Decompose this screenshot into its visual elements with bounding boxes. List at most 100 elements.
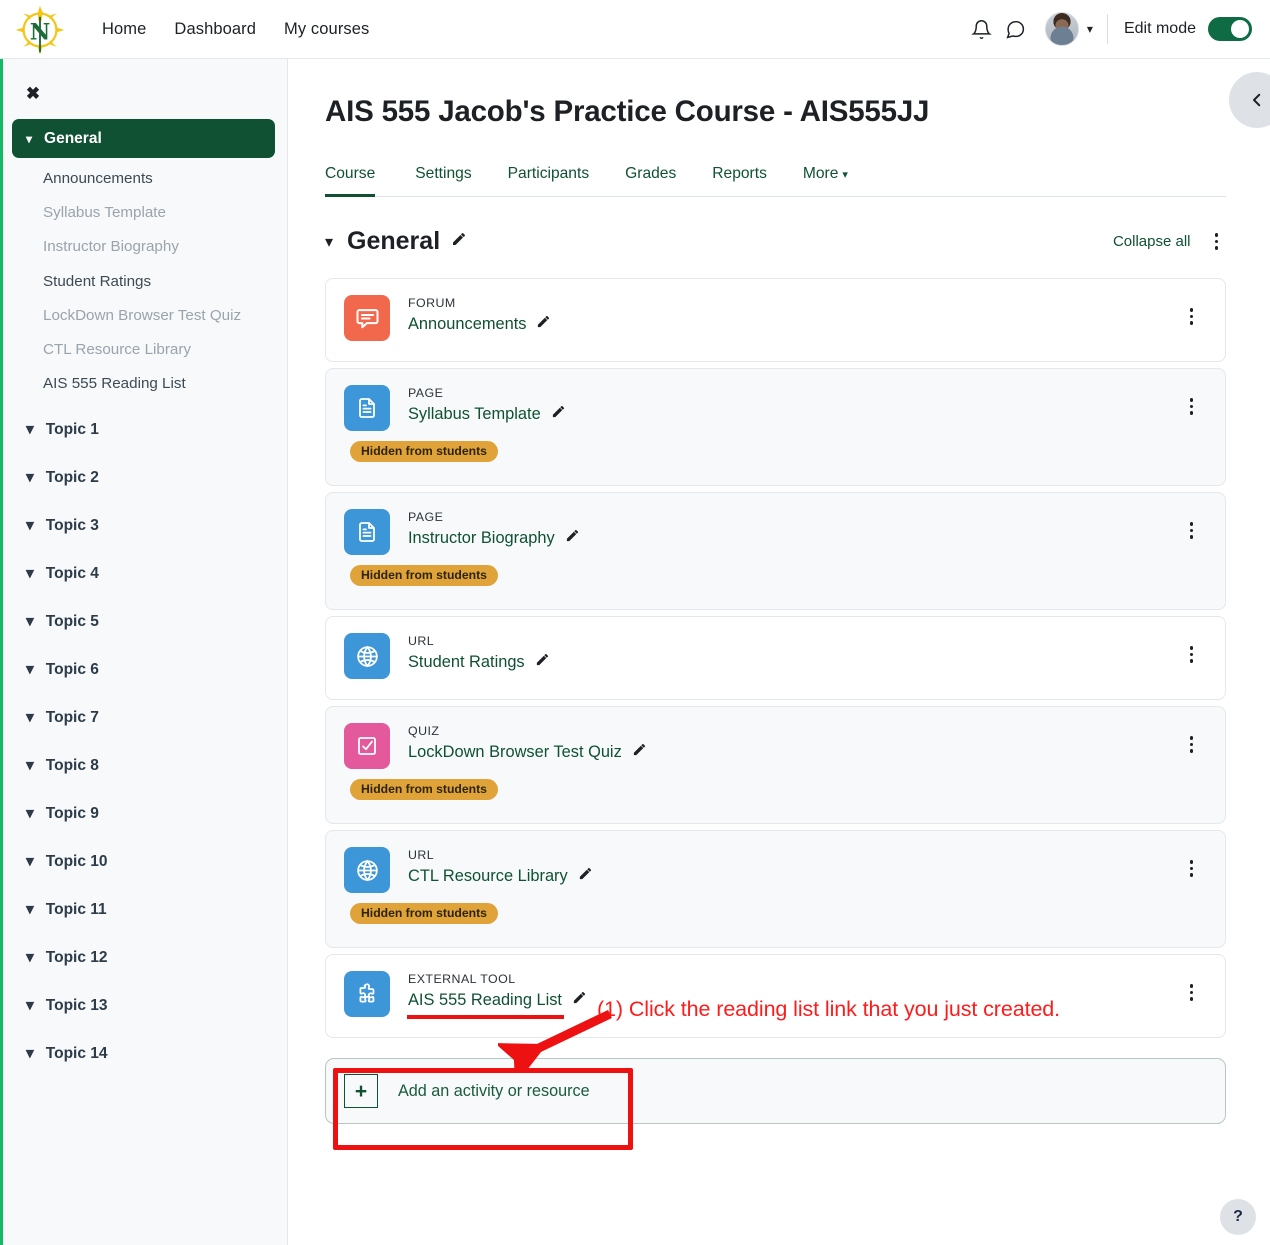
activity-type-label: URL	[408, 634, 435, 648]
chevron-down-icon: ▾	[26, 469, 34, 487]
sidebar-section-label: Topic 9	[45, 804, 99, 822]
course-index-drawer: ✖ ▾ General Announcements Syllabus Templ…	[0, 59, 288, 1245]
activity-actions-menu-icon[interactable]	[1182, 393, 1202, 420]
activity-link-lockdown-browser-test-quiz[interactable]: LockDown Browser Test Quiz	[408, 742, 622, 763]
chevron-down-icon[interactable]: ▾	[325, 232, 333, 252]
sidebar-section-label: Topic 1	[45, 420, 99, 438]
sidebar-section-label: Topic 13	[45, 996, 108, 1014]
section-actions-menu-icon[interactable]	[1207, 228, 1227, 255]
edit-section-name-pencil-icon[interactable]	[451, 231, 467, 252]
sidebar-section-topic-5[interactable]: ▾ Topic 5	[12, 602, 275, 642]
sidebar-section-topic-3[interactable]: ▾ Topic 3	[12, 506, 275, 546]
add-activity-or-resource-button[interactable]: + Add an activity or resource	[325, 1058, 1226, 1124]
sidebar-section-topic-14[interactable]: ▾ Topic 14	[12, 1034, 275, 1074]
sidebar-section-topic-12[interactable]: ▾ Topic 12	[12, 938, 275, 978]
edit-activity-name-pencil-icon[interactable]	[535, 652, 550, 672]
sidebar-section-topic-7[interactable]: ▾ Topic 7	[12, 698, 275, 738]
tab-settings[interactable]: Settings	[397, 159, 489, 196]
sidebar-item-syllabus-template[interactable]: Syllabus Template	[0, 196, 287, 230]
sidebar-item-ctl-resource-library[interactable]: CTL Resource Library	[0, 333, 287, 367]
activity-card-announcements[interactable]: FORUM Announcements	[325, 278, 1226, 362]
message-icon[interactable]	[999, 12, 1033, 46]
tab-course[interactable]: Course	[325, 159, 397, 197]
activity-actions-menu-icon[interactable]	[1182, 641, 1202, 668]
annotation-step-1-text: (1) Click the reading list link that you…	[597, 997, 1061, 1021]
activity-actions-menu-icon[interactable]	[1182, 517, 1202, 544]
sidebar-section-topic-11[interactable]: ▾ Topic 11	[12, 890, 275, 930]
navbar-right-group: ▾ Edit mode	[965, 12, 1270, 46]
sidebar-section-topic-6[interactable]: ▾ Topic 6	[12, 650, 275, 690]
status-badge: Hidden from students	[350, 441, 498, 462]
activity-actions-menu-icon[interactable]	[1182, 303, 1202, 330]
globe-icon	[344, 633, 390, 679]
activity-name-row: Syllabus Template	[408, 404, 566, 425]
sidebar-section-topic-13[interactable]: ▾ Topic 13	[12, 986, 275, 1026]
edit-activity-name-pencil-icon[interactable]	[536, 314, 551, 334]
activity-actions-menu-icon[interactable]	[1182, 731, 1202, 758]
sidebar-item-instructor-biography[interactable]: Instructor Biography	[0, 230, 287, 264]
activity-card-student-ratings[interactable]: URL Student Ratings	[325, 616, 1226, 700]
activity-actions-menu-icon[interactable]	[1182, 855, 1202, 882]
activity-name-row: CTL Resource Library	[408, 866, 593, 887]
user-menu[interactable]: ▾	[1044, 12, 1093, 46]
activity-card-instructor-biography[interactable]: PAGE Instructor Biography Hidden from st…	[325, 492, 1226, 610]
activity-type-label: EXTERNAL TOOL	[408, 972, 516, 986]
chevron-down-icon: ▾	[26, 997, 34, 1015]
activity-body: PAGE Syllabus Template	[408, 385, 566, 425]
help-icon[interactable]: ?	[1220, 1199, 1256, 1235]
activity-body: URL Student Ratings	[408, 633, 550, 673]
activity-body: EXTERNAL TOOL AIS 555 Reading List	[407, 971, 587, 1020]
tab-more-label: More	[802, 165, 839, 182]
top-navbar: N Home Dashboard My courses ▾ Edit mode	[0, 0, 1270, 59]
navbar-divider	[1106, 14, 1108, 44]
activity-card-lockdown-browser-test-quiz[interactable]: QUIZ LockDown Browser Test Quiz Hidden f…	[325, 706, 1226, 824]
activity-name-row: Instructor Biography	[408, 528, 580, 549]
nmu-compass-logo[interactable]: N	[10, 1, 70, 57]
chevron-down-icon: ▾	[26, 421, 34, 439]
sidebar-section-topic-2[interactable]: ▾ Topic 2	[12, 458, 275, 498]
nav-link-my-courses[interactable]: My courses	[284, 20, 369, 39]
sidebar-section-topic-4[interactable]: ▾ Topic 4	[12, 554, 275, 594]
edit-activity-name-pencil-icon[interactable]	[578, 866, 593, 886]
chevron-down-icon: ▾	[26, 949, 34, 967]
tab-grades[interactable]: Grades	[607, 159, 694, 196]
edit-activity-name-pencil-icon[interactable]	[632, 742, 647, 762]
activity-actions-menu-icon[interactable]	[1182, 979, 1202, 1006]
sidebar-section-topic-10[interactable]: ▾ Topic 10	[12, 842, 275, 882]
activity-card-syllabus-template[interactable]: PAGE Syllabus Template Hidden from stude…	[325, 368, 1226, 486]
activity-link-student-ratings[interactable]: Student Ratings	[408, 652, 525, 673]
sidebar-section-label: General	[44, 129, 102, 147]
page-icon	[344, 509, 390, 555]
sidebar-section-topic-8[interactable]: ▾ Topic 8	[12, 746, 275, 786]
activity-link-instructor-biography[interactable]: Instructor Biography	[408, 528, 555, 549]
tab-more[interactable]: More ▾	[785, 159, 866, 196]
edit-activity-name-pencil-icon[interactable]	[565, 528, 580, 548]
tab-participants[interactable]: Participants	[490, 159, 607, 196]
collapse-all-link[interactable]: Collapse all	[1113, 233, 1191, 250]
chevron-down-icon: ▾	[1086, 22, 1093, 36]
sidebar-section-topic-1[interactable]: ▾ Topic 1	[12, 410, 275, 450]
activity-link-ctl-resource-library[interactable]: CTL Resource Library	[408, 866, 568, 887]
activity-type-label: PAGE	[408, 386, 444, 400]
sidebar-item-student-ratings[interactable]: Student Ratings	[0, 265, 287, 299]
nav-link-home[interactable]: Home	[102, 20, 146, 39]
activity-card-ctl-resource-library[interactable]: URL CTL Resource Library Hidden from stu…	[325, 830, 1226, 948]
sidebar-item-announcements[interactable]: Announcements	[0, 162, 287, 196]
sidebar-item-lockdown-browser-test-quiz[interactable]: LockDown Browser Test Quiz	[0, 299, 287, 333]
tab-reports[interactable]: Reports	[694, 159, 785, 196]
sidebar-section-general[interactable]: ▾ General	[12, 119, 275, 158]
edit-mode-toggle[interactable]	[1208, 17, 1252, 41]
close-icon[interactable]: ✖	[18, 79, 48, 109]
nav-link-dashboard[interactable]: Dashboard	[174, 20, 256, 39]
status-badge: Hidden from students	[350, 903, 498, 924]
activity-card-ais-555-reading-list[interactable]: EXTERNAL TOOL AIS 555 Reading List	[325, 954, 1226, 1038]
sidebar-section-topic-9[interactable]: ▾ Topic 9	[12, 794, 275, 834]
puzzle-piece-icon	[344, 971, 390, 1017]
chevron-down-icon: ▾	[26, 131, 33, 146]
chevron-down-icon: ▾	[26, 517, 34, 535]
activity-link-announcements[interactable]: Announcements	[408, 314, 526, 335]
bell-icon[interactable]	[965, 12, 999, 46]
activity-link-syllabus-template[interactable]: Syllabus Template	[408, 404, 541, 425]
edit-activity-name-pencil-icon[interactable]	[551, 404, 566, 424]
sidebar-item-ais-555-reading-list[interactable]: AIS 555 Reading List	[0, 367, 287, 401]
